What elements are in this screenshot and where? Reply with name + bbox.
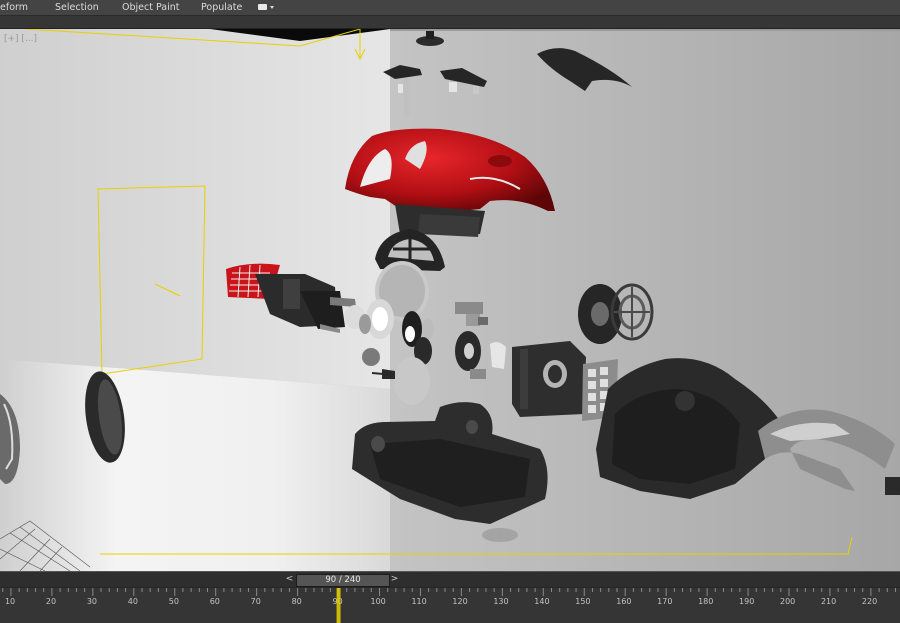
small-disc	[482, 528, 518, 542]
ruler-label: 80	[292, 597, 302, 606]
ruler-label: 50	[169, 597, 179, 606]
ribbon-strip	[0, 16, 900, 29]
ruler-label: 40	[128, 597, 138, 606]
ruler-label: 30	[87, 597, 97, 606]
ruler-label: 110	[411, 597, 426, 606]
track-bar[interactable]: 1020304050607080901001101201301401501601…	[0, 587, 900, 623]
menu-bar: eform Selection Object Paint Populate	[0, 0, 900, 16]
menu-object-paint[interactable]: Object Paint	[122, 0, 179, 15]
timeline-panel: < 90 / 240 > 102030405060708090100110120…	[0, 571, 900, 623]
ruler-label: 210	[821, 597, 836, 606]
ruler-label: 130	[493, 597, 508, 606]
ruler-label: 120	[452, 597, 467, 606]
left-wall	[0, 29, 390, 389]
floor	[0, 359, 390, 571]
perspective-viewport[interactable]: [+] [...]	[0, 29, 900, 571]
ruler-label: 70	[251, 597, 261, 606]
frame-ruler: 1020304050607080901001101201301401501601…	[2, 588, 896, 623]
motor-housing	[512, 341, 586, 417]
menu-populate[interactable]: Populate	[201, 0, 242, 15]
ruler-label: 220	[862, 597, 877, 606]
ruler-label: 190	[739, 597, 754, 606]
menu-selection[interactable]: Selection	[55, 0, 99, 15]
prev-frame-button[interactable]: <	[285, 574, 294, 585]
ruler-label: 170	[657, 597, 672, 606]
menu-freeform[interactable]: eform	[0, 0, 28, 15]
viewport-label[interactable]: [+] [...]	[4, 34, 37, 44]
ruler-label: 140	[534, 597, 549, 606]
ruler-label: 180	[698, 597, 713, 606]
ruler-label: 200	[780, 597, 795, 606]
ruler-label: 100	[371, 597, 386, 606]
ruler-label: 20	[46, 597, 56, 606]
ruler-label: 60	[210, 597, 220, 606]
display-dropdown-icon[interactable]	[258, 3, 276, 12]
current-frame-marker[interactable]	[336, 588, 341, 623]
ruler-label: 160	[616, 597, 631, 606]
ruler-label: 150	[575, 597, 590, 606]
ruler-label: 10	[5, 597, 15, 606]
scene-render	[0, 29, 900, 571]
next-frame-button[interactable]: >	[390, 574, 399, 585]
time-slider[interactable]: 90 / 240	[296, 574, 390, 587]
